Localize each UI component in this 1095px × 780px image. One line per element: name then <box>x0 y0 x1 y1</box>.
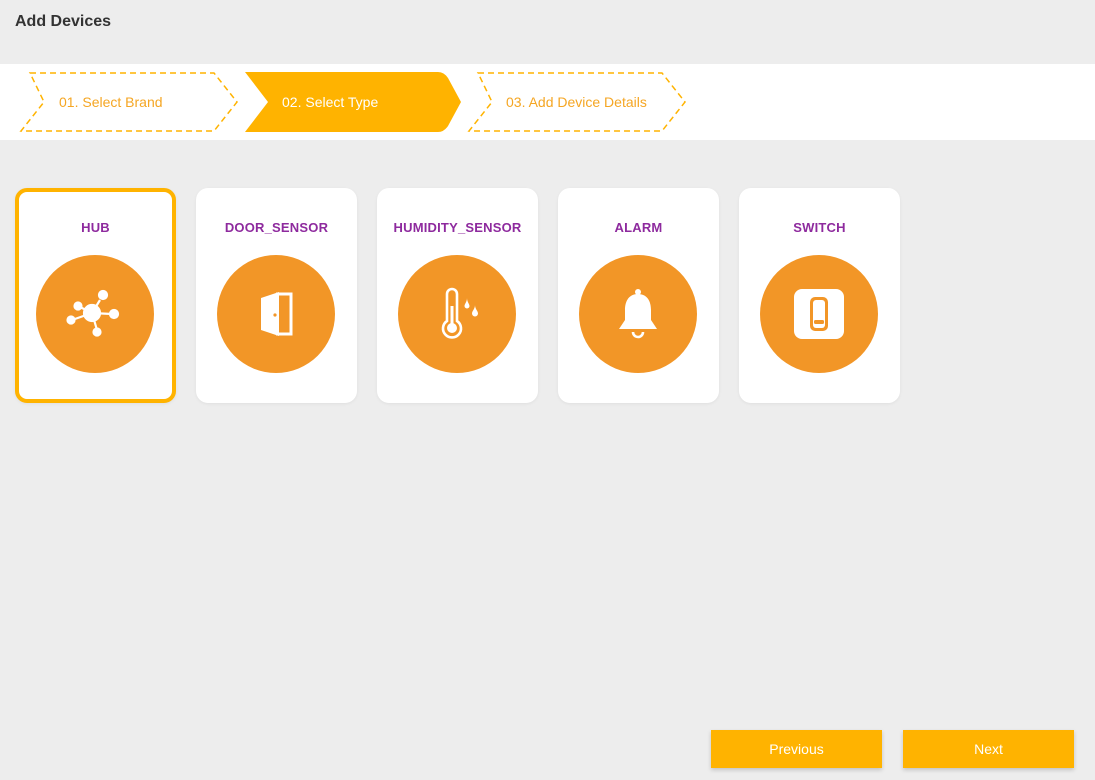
device-name: DOOR_SENSOR <box>224 220 329 235</box>
thermometer-icon <box>441 287 478 339</box>
stepper: 01. Select Brand 02. Select Type 03. Add… <box>0 64 1095 140</box>
next-button[interactable]: Next <box>903 730 1074 768</box>
device-name: ALARM <box>614 220 663 235</box>
device-icon-circle <box>398 255 516 373</box>
step-label: 03. Add Device Details <box>506 94 647 110</box>
device-card-switch[interactable]: SWITCH <box>739 188 900 403</box>
previous-button[interactable]: Previous <box>711 730 882 768</box>
step-label: 02. Select Type <box>282 94 379 110</box>
device-name: HUMIDITY_SENSOR <box>393 220 522 235</box>
door-icon <box>261 292 293 336</box>
device-card-door-sensor[interactable]: DOOR_SENSOR <box>196 188 357 403</box>
bell-icon <box>619 289 657 339</box>
step-label: 01. Select Brand <box>59 94 163 110</box>
page-title: Add Devices <box>15 13 112 30</box>
device-icon-circle <box>579 255 697 373</box>
switch-icon <box>794 289 844 339</box>
step-select-type[interactable]: 02. Select Type <box>242 72 462 132</box>
device-icon-circle <box>217 255 335 373</box>
hub-icon <box>66 289 120 337</box>
device-name: SWITCH <box>793 220 846 235</box>
device-card-alarm[interactable]: ALARM <box>558 188 719 403</box>
device-icon-circle <box>36 255 154 373</box>
device-card-humidity-sensor[interactable]: HUMIDITY_SENSOR <box>377 188 538 403</box>
step-add-device-details[interactable]: 03. Add Device Details <box>466 72 686 132</box>
step-select-brand[interactable]: 01. Select Brand <box>18 72 238 132</box>
device-icon-circle <box>760 255 878 373</box>
device-name: HUB <box>81 220 110 235</box>
add-devices-page: Add Devices 01. Select Brand 02. Select … <box>0 0 1095 780</box>
device-card-hub[interactable]: HUB <box>15 188 176 403</box>
